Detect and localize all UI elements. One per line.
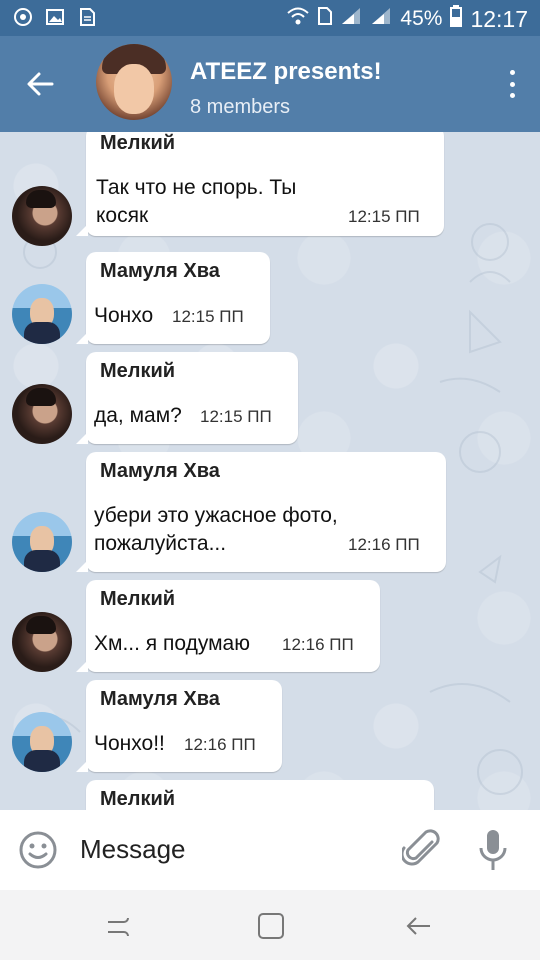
signal-icon (370, 6, 392, 32)
message-text: да, мам? (94, 404, 182, 427)
message-sender: Мелкий (100, 588, 176, 610)
group-avatar[interactable] (96, 44, 172, 120)
bubble-tail (76, 660, 88, 672)
message-composer: Message (0, 810, 540, 890)
message-sender: Мамуля Хва (100, 460, 220, 482)
arrow-left-icon[interactable] (22, 66, 58, 102)
recent-apps-icon[interactable] (104, 912, 134, 940)
wifi-icon (286, 6, 310, 32)
bubble-tail (76, 760, 88, 772)
chat-header: ATEEZ presents! 8 members (0, 36, 540, 132)
message-time: 12:15 ПП (172, 307, 244, 326)
message-text: Чонхо!! (94, 732, 165, 755)
message-list[interactable]: Мелкий Так что не спорь. Ты косяк 12:15 … (0, 132, 540, 810)
bubble-tail (76, 224, 88, 236)
message-time: 12:16 ПП (282, 635, 354, 654)
message-text: Хм... я подумаю (94, 632, 250, 655)
avatar[interactable] (12, 712, 72, 772)
avatar[interactable] (12, 512, 72, 572)
bubble-tail (76, 332, 88, 344)
battery-icon (450, 5, 463, 33)
message-time: 12:15 ПП (348, 207, 420, 226)
message-sender: Мелкий (100, 132, 176, 154)
paperclip-icon[interactable] (400, 828, 442, 872)
sim-icon (318, 7, 333, 31)
more-vertical-icon[interactable] (508, 70, 516, 98)
bubble-tail (76, 560, 88, 572)
avatar[interactable] (12, 612, 72, 672)
battery-percent: 45% (400, 7, 443, 30)
message-text: Чонхо (94, 304, 154, 327)
signal-icon (340, 6, 362, 32)
message-time: 12:15 ПП (200, 407, 272, 426)
message-input[interactable]: Message (80, 834, 186, 865)
bubble-tail (76, 432, 88, 444)
status-bar: 45% 12:17 (0, 0, 540, 36)
clock: 12:17 (470, 5, 528, 32)
message-sender: Мелкий (100, 788, 176, 810)
message-text: убери это ужасное фото, пожалуйста... (94, 504, 338, 555)
chrome-icon (14, 8, 32, 26)
file-icon (78, 8, 96, 26)
system-navigation-bar (0, 890, 540, 960)
members-count: 8 members (190, 96, 291, 118)
message-sender: Мамуля Хва (100, 260, 220, 282)
avatar[interactable] (12, 186, 72, 246)
gallery-icon (46, 8, 64, 26)
message-text: Так что не спорь. Ты косяк (96, 176, 297, 227)
message-time: 12:16 ПП (348, 535, 420, 554)
group-title[interactable]: ATEEZ presents! (190, 58, 382, 86)
smile-icon[interactable] (18, 830, 58, 870)
microphone-icon[interactable] (476, 828, 510, 872)
home-icon[interactable] (256, 912, 286, 940)
message-time: 12:16 ПП (184, 735, 256, 754)
avatar[interactable] (12, 384, 72, 444)
avatar[interactable] (12, 284, 72, 344)
back-icon[interactable] (404, 912, 434, 940)
message-sender: Мамуля Хва (100, 688, 220, 710)
message-sender: Мелкий (100, 360, 176, 382)
